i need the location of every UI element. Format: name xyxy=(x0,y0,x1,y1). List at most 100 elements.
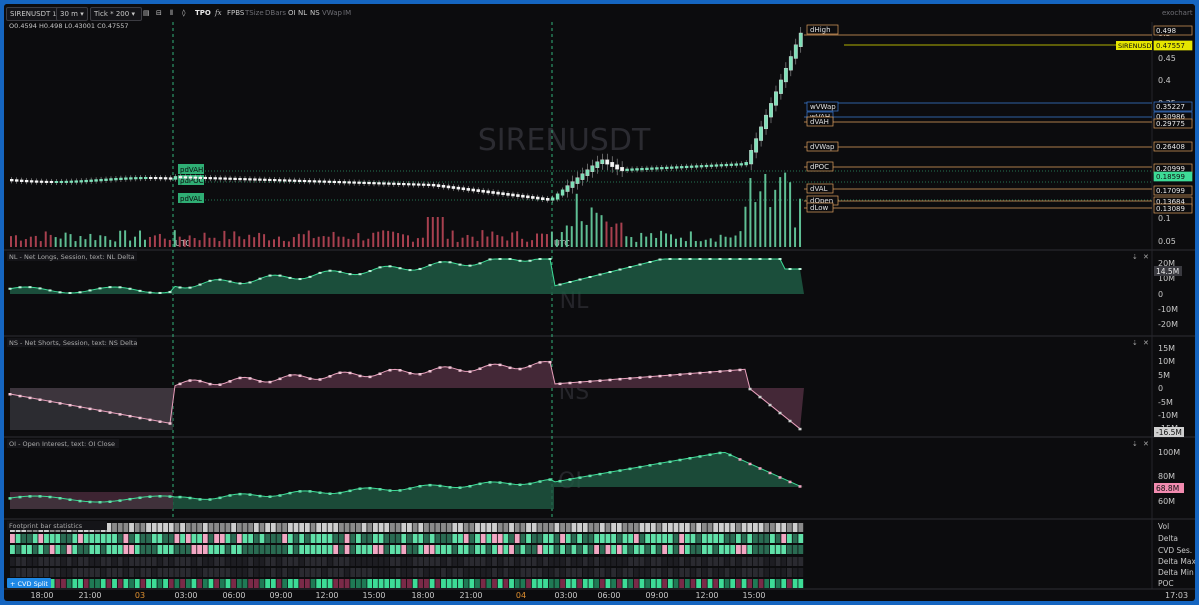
fp-cell xyxy=(452,545,458,554)
fp-cell xyxy=(321,557,327,566)
ns-bar xyxy=(468,370,472,373)
fp-cell xyxy=(435,568,441,577)
fp-cell xyxy=(123,534,129,543)
candle-body xyxy=(461,187,466,191)
oi-bar xyxy=(608,471,612,474)
fp-cell xyxy=(378,523,384,532)
fp-cell xyxy=(265,534,271,543)
fp-cell xyxy=(242,579,248,588)
svg-text:Delta Max: Delta Max xyxy=(1158,557,1195,566)
fp-cell xyxy=(151,568,157,577)
nl-bar xyxy=(38,287,42,290)
oi-pane-header[interactable]: OI - Open Interest, text: OI Close xyxy=(7,439,119,448)
fp-cell xyxy=(95,545,100,554)
volume-bar xyxy=(411,241,414,247)
oi-bar xyxy=(408,487,412,490)
volume-bar xyxy=(536,233,539,247)
fp-cell xyxy=(100,557,106,566)
fp-cell xyxy=(395,557,401,566)
svg-text:Delta Min: Delta Min xyxy=(1158,568,1194,577)
candle-body xyxy=(163,177,168,180)
fp-cell xyxy=(310,534,316,543)
fp-cell xyxy=(696,534,702,543)
fp-cell xyxy=(55,545,61,554)
fp-cell xyxy=(412,557,418,566)
ns-pane-header[interactable]: NS - Net Shorts, Session, text: NS Delta xyxy=(7,338,137,347)
fp-cell xyxy=(140,545,146,554)
arrow-down-icon[interactable]: ⇣ xyxy=(1132,339,1138,347)
fp-cell xyxy=(424,557,429,566)
fp-cell xyxy=(231,523,237,532)
fp-cell xyxy=(350,523,356,532)
fp-cell xyxy=(429,568,435,577)
fp-cell xyxy=(418,568,424,577)
svg-text:-20M: -20M xyxy=(1158,320,1178,329)
fp-cell xyxy=(701,568,707,577)
svg-text:+ CVD Split: + CVD Split xyxy=(10,580,48,588)
fp-cell xyxy=(429,579,435,588)
close-icon[interactable]: ✕ xyxy=(1143,339,1149,347)
chart-canvas[interactable]: SIRENUSDT NL NS OI UTC UTC pdVAH pdPOC p… xyxy=(4,4,1195,601)
fp-cell xyxy=(509,545,514,554)
candle-body xyxy=(317,180,322,183)
fp-cell xyxy=(412,579,418,588)
fp-cell xyxy=(520,523,526,532)
nl-pane-header[interactable]: NL - Net Longs, Session, text: NL Delta xyxy=(7,252,137,261)
arrow-down-icon[interactable]: ⇣ xyxy=(1132,440,1138,448)
fp-cell xyxy=(321,545,327,554)
fp-cell xyxy=(401,545,407,554)
time-axis[interactable]: 18:00 21:00 03 03:00 06:00 09:00 12:00 15:00 18:… xyxy=(30,591,765,600)
candle-body xyxy=(516,194,520,197)
fp-cell xyxy=(180,568,186,577)
fp-cell xyxy=(350,545,356,554)
price-axis[interactable]: 0.5 0.45 0.4 0.35 0.1 0.05 xyxy=(1158,29,1176,246)
fp-cell xyxy=(424,545,429,554)
fp-cell xyxy=(690,545,696,554)
oi-negative-fill xyxy=(10,492,173,509)
nl-bar xyxy=(218,278,222,281)
fp-cell xyxy=(441,534,446,543)
fp-cell xyxy=(565,523,571,532)
fp-cell xyxy=(747,545,753,554)
volume-bar xyxy=(44,231,47,247)
fp-cell xyxy=(367,579,373,588)
fp-cell xyxy=(792,545,798,554)
fp-cell xyxy=(571,545,577,554)
candle-body xyxy=(168,177,173,180)
fp-cell xyxy=(792,523,798,532)
fp-cell xyxy=(673,534,679,543)
fp-cell xyxy=(452,534,458,543)
fp-cell xyxy=(611,545,617,554)
fp-cell xyxy=(514,557,520,566)
fp-cell xyxy=(718,545,724,554)
fp-cell xyxy=(117,557,123,566)
fp-cell xyxy=(265,545,271,554)
fp-cell xyxy=(157,523,163,532)
fp-cell xyxy=(582,568,588,577)
fp-cell xyxy=(786,557,792,566)
fp-cell xyxy=(61,557,66,566)
close-icon[interactable]: ✕ xyxy=(1143,253,1149,261)
fp-pane-header[interactable]: Footprint bar statistics xyxy=(7,521,107,530)
arrow-down-icon[interactable]: ⇣ xyxy=(1132,253,1138,261)
volume-bar xyxy=(426,217,429,247)
close-icon[interactable]: ✕ xyxy=(1143,440,1149,448)
fp-cell xyxy=(259,545,265,554)
fp-cell xyxy=(38,557,44,566)
nl-bar xyxy=(418,267,422,270)
fp-cell xyxy=(650,568,656,577)
oi-last-tag: 68.8M xyxy=(1156,484,1179,493)
volume-bar xyxy=(34,235,37,247)
volume-bar xyxy=(39,241,42,247)
fp-cell xyxy=(690,557,696,566)
level-label-text: dLow xyxy=(810,204,829,212)
fp-cell xyxy=(333,523,339,532)
fp-cell xyxy=(61,534,66,543)
cvd-split-button[interactable]: + CVD Split xyxy=(7,578,51,588)
oi-bar xyxy=(338,491,342,495)
volume-bar xyxy=(794,227,797,247)
oi-bar xyxy=(698,455,702,458)
fp-cell xyxy=(185,534,191,543)
fp-cell xyxy=(270,579,276,588)
fp-cell xyxy=(798,545,804,554)
